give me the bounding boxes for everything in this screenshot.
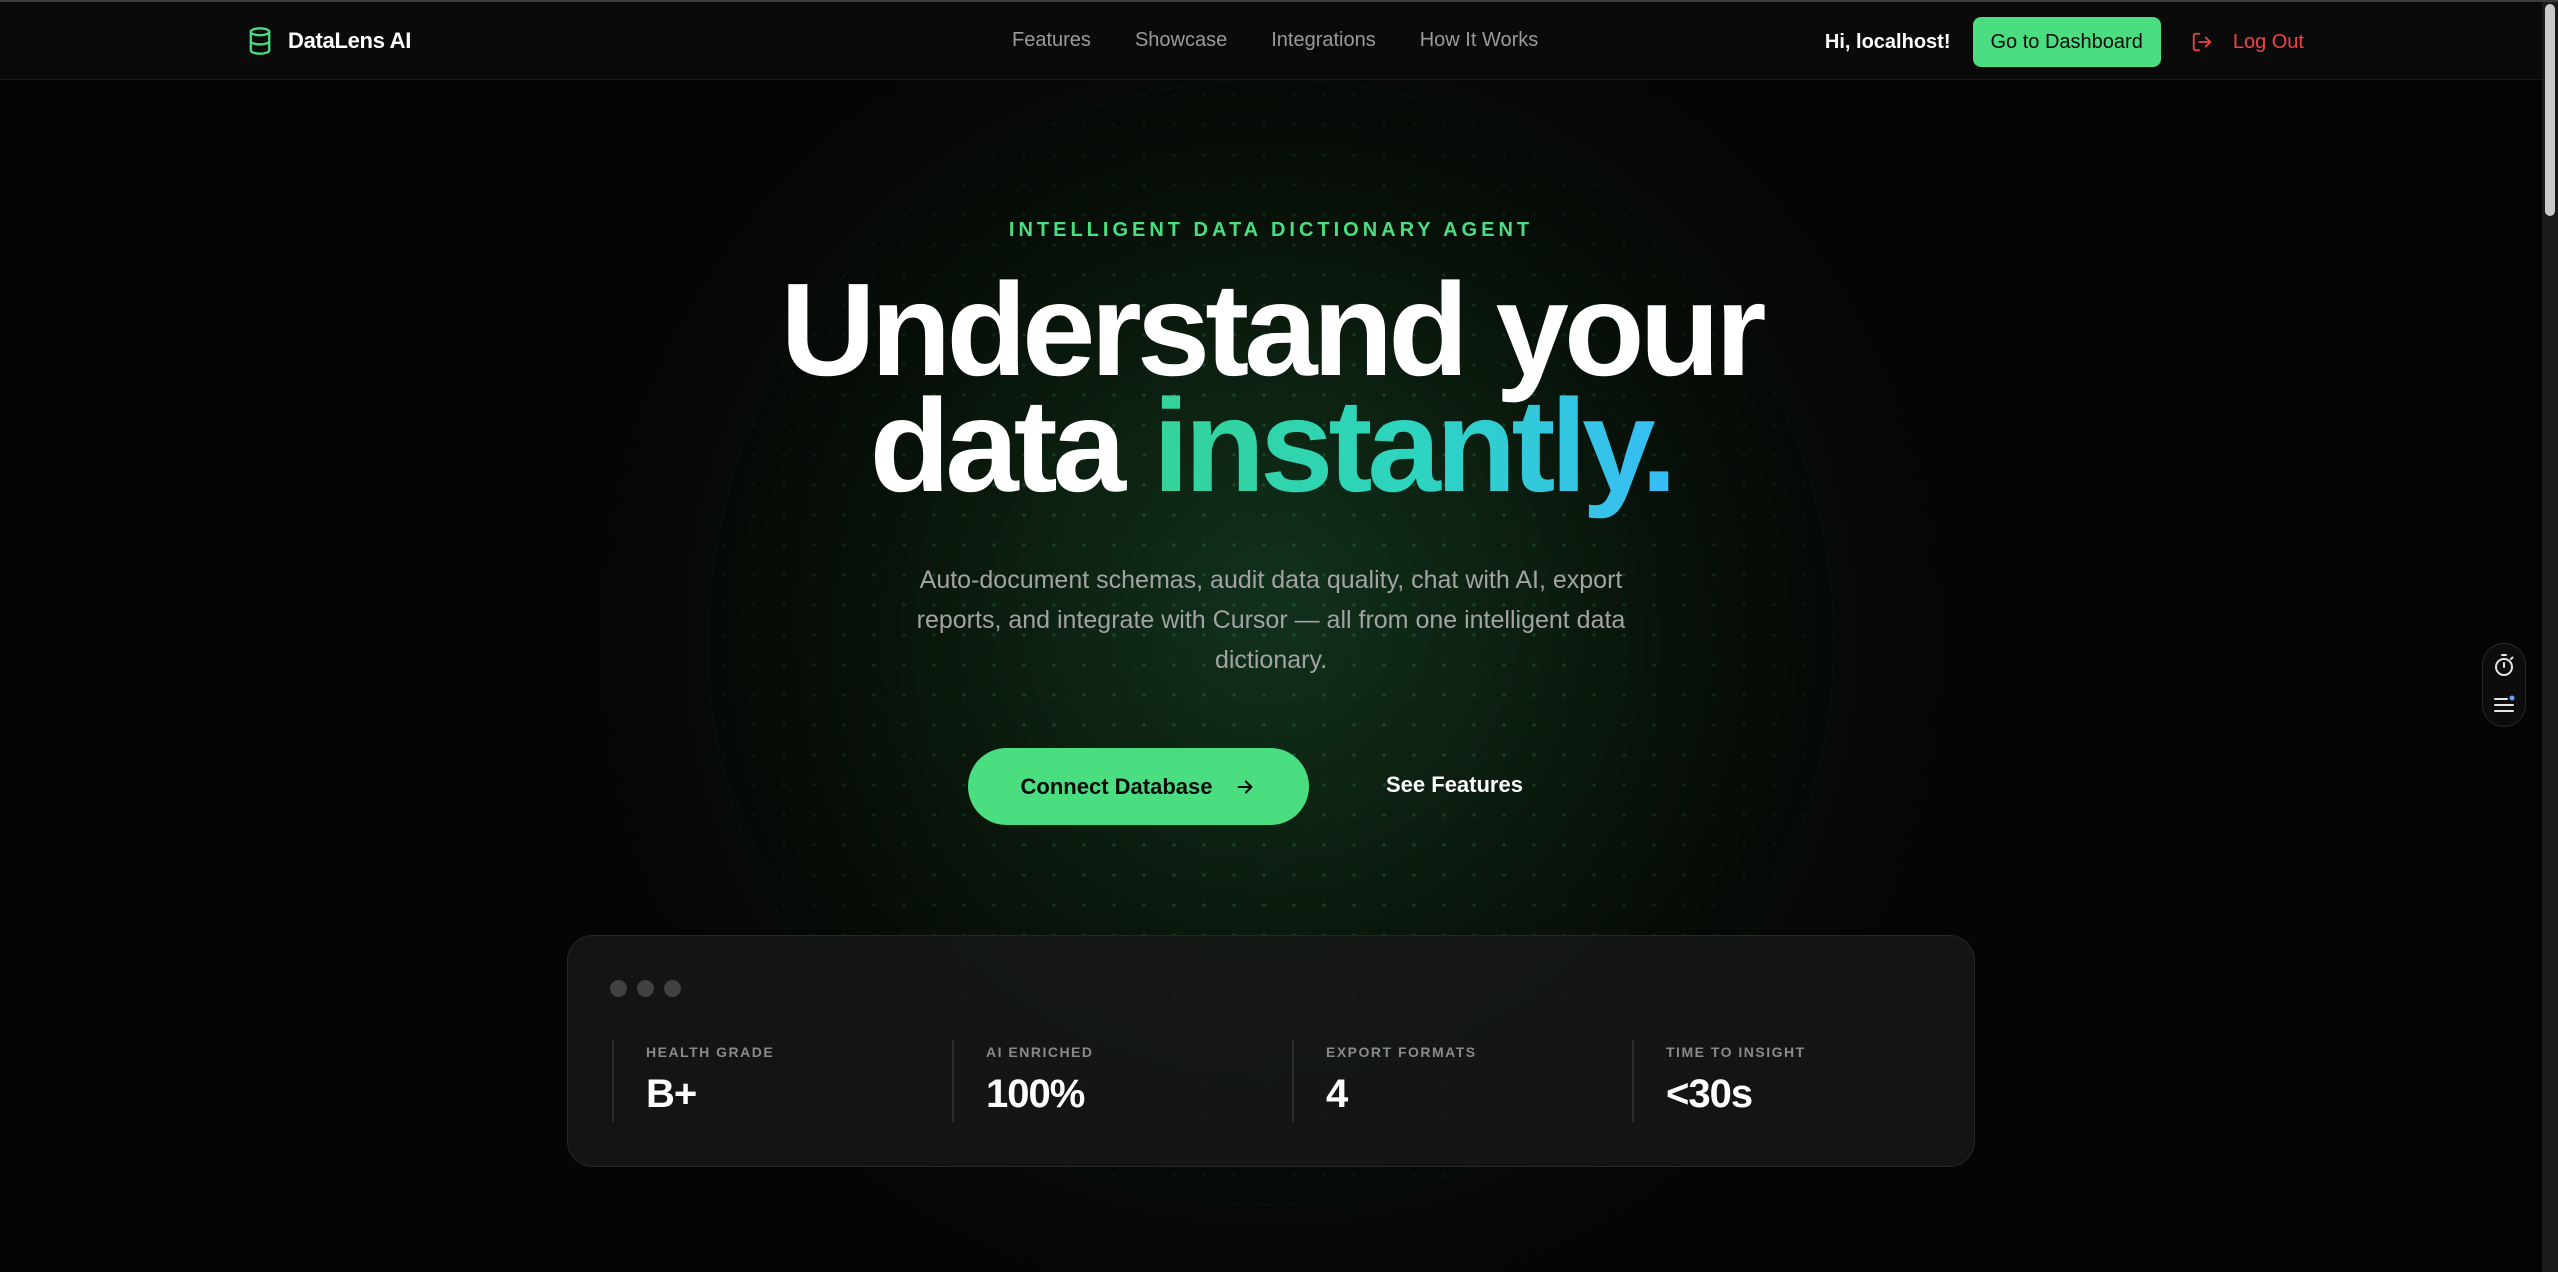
nav-user-area: Hi, localhost! Go to Dashboard Log Out	[1825, 17, 2304, 67]
timer-icon[interactable]	[2492, 653, 2516, 677]
page: DataLens AI Features Showcase Integratio…	[0, 0, 2542, 1272]
nav-link-integrations[interactable]: Integrations	[1271, 29, 1376, 52]
headline-word: data	[869, 372, 1126, 519]
stat-value: 4	[1326, 1072, 1348, 1116]
window-dot-3	[664, 980, 681, 997]
stats-row: HEALTH GRADE B+ AI ENRICHED 100% EXPORT …	[612, 1040, 1972, 1122]
stat-export-formats: EXPORT FORMATS 4	[1292, 1040, 1632, 1122]
scrollbar-thumb[interactable]	[2545, 4, 2555, 216]
arrow-right-icon	[1238, 779, 1253, 794]
stats-panel: HEALTH GRADE B+ AI ENRICHED 100% EXPORT …	[567, 935, 1975, 1167]
window-dot-1	[610, 980, 627, 997]
list-icon[interactable]	[2492, 693, 2516, 717]
window-dots	[610, 980, 681, 997]
stat-ai-enriched: AI ENRICHED 100%	[952, 1040, 1292, 1122]
nav-link-features[interactable]: Features	[1012, 29, 1091, 52]
window-top-border	[0, 0, 2558, 2]
log-out-label: Log Out	[2232, 30, 2304, 53]
page-scrollbar[interactable]	[2542, 0, 2558, 1272]
user-greeting: Hi, localhost!	[1824, 30, 1951, 53]
nav-link-showcase[interactable]: Showcase	[1135, 29, 1227, 52]
stat-value: <30s	[1666, 1072, 1753, 1116]
database-icon	[249, 27, 271, 55]
stat-label: TIME TO INSIGHT	[1666, 1044, 1806, 1060]
floating-tool-widget	[2482, 643, 2526, 727]
stat-time-to-insight: TIME TO INSIGHT <30s	[1632, 1040, 1972, 1122]
brand-logo[interactable]: DataLens AI	[246, 26, 411, 56]
stat-label: HEALTH GRADE	[646, 1044, 775, 1060]
nav-link-how-it-works[interactable]: How It Works	[1420, 29, 1539, 52]
nav-links: Features Showcase Integrations How It Wo…	[1012, 29, 1538, 52]
hero-headline: Understand your data instantly.	[0, 264, 2542, 512]
window-dot-2	[637, 980, 654, 997]
log-out-button[interactable]: Log Out	[2191, 31, 2304, 54]
connect-database-label: Connect Database	[1020, 773, 1213, 799]
stat-value: 100%	[986, 1072, 1085, 1116]
hero-subtitle: Auto-document schemas, audit data qualit…	[916, 566, 1626, 674]
hero-eyebrow: INTELLIGENT DATA DICTIONARY AGENT	[1008, 219, 1534, 241]
stat-value: B+	[646, 1072, 697, 1116]
see-features-button[interactable]: See Features	[1386, 772, 1523, 798]
connect-database-button[interactable]: Connect Database	[968, 748, 1309, 825]
stat-label: EXPORT FORMATS	[1326, 1044, 1477, 1060]
top-navbar: DataLens AI Features Showcase Integratio…	[0, 2, 2542, 80]
headline-accent: instantly.	[1152, 372, 1678, 519]
brand-name: DataLens AI	[288, 28, 412, 53]
stat-label: AI ENRICHED	[986, 1044, 1094, 1060]
stat-health-grade: HEALTH GRADE B+	[612, 1040, 952, 1122]
log-out-icon	[2192, 32, 2211, 52]
go-to-dashboard-button[interactable]: Go to Dashboard	[1972, 17, 2161, 67]
